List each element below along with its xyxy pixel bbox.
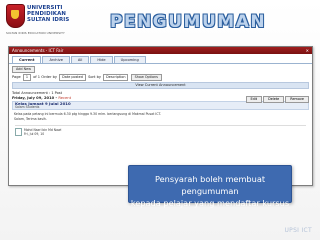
callout-line-1: Pensyarah boleh membuat pengumuman: [154, 174, 266, 196]
announcement-item: Friday, July 09, 2010 - Recent Edit Dele…: [12, 96, 309, 136]
document-icon: [15, 128, 22, 136]
tab-all[interactable]: All: [70, 56, 90, 63]
tab-hide[interactable]: Hide: [90, 56, 113, 63]
order-by-select[interactable]: Date posted: [59, 74, 86, 81]
announcement-body-line-2: Salam, Terima kasih.: [14, 117, 47, 121]
attachment-text[interactable]: Mohd Nazri bin Md Nawi Fri, Jul 09, 10: [24, 128, 61, 136]
total-announcement: Total Announcement : 1 Post: [12, 91, 62, 95]
announcement-body: Kelas pada petang ini bermula 6.30 ptg h…: [12, 112, 309, 122]
tab-archive[interactable]: Archive: [42, 56, 70, 63]
callout-box: Pensyarah boleh membuat pengumuman kepad…: [128, 165, 292, 208]
crest-icon: [6, 4, 25, 28]
delete-button[interactable]: Delete: [263, 96, 285, 103]
remove-button[interactable]: Remove: [285, 96, 309, 103]
university-logo: UNIVERSITI PENDIDIKAN SULTAN IDRIS SULTA…: [6, 4, 76, 44]
page-label: Page: [12, 75, 21, 79]
sort-by-label: Sort by: [88, 75, 101, 79]
announcement-from: Salam Students: [15, 105, 40, 109]
show-options-button[interactable]: Show Options: [130, 74, 162, 81]
window-title-bar: Announcements - ICT Fair ✕: [9, 47, 312, 54]
window-title: Announcements - ICT Fair: [12, 48, 64, 53]
order-by-label: Order by: [41, 75, 58, 79]
filter-row: Page 1 of 1 Order by Date posted Sort by…: [12, 74, 309, 81]
page-select[interactable]: 1: [22, 74, 32, 81]
sort-by-select[interactable]: Description: [103, 74, 129, 81]
tab-current[interactable]: Current: [12, 56, 42, 63]
edit-button[interactable]: Edit: [245, 96, 263, 103]
tab-bar: Current Archive All Hide Upcoming: [9, 56, 312, 64]
logo-line-3: SULTAN IDRIS: [27, 17, 70, 24]
logo-text: UNIVERSITI PENDIDIKAN SULTAN IDRIS: [27, 5, 69, 24]
add-new-button[interactable]: Add New: [12, 66, 36, 73]
attachment-line-2: Fri, Jul 09, 10: [24, 132, 45, 136]
close-icon[interactable]: ✕: [306, 47, 309, 54]
announcement-date: Friday, July 09, 2010: [12, 96, 55, 100]
slide-title: PENGUMUMAN: [110, 12, 267, 32]
recent-badge: Recent: [58, 96, 72, 100]
section-header: View Current Announcement: [12, 82, 309, 89]
tab-upcoming[interactable]: Upcoming: [113, 56, 146, 63]
toolbar: Add New: [12, 66, 309, 73]
page-of-text: of 1: [33, 75, 41, 79]
announcement-attachment: Mohd Nazri bin Md Nawi Fri, Jul 09, 10: [15, 125, 306, 136]
footer-text: UPSI ICT: [284, 227, 312, 234]
logo-motto: SULTAN IDRIS EDUCATION UNIVERSITY: [6, 31, 65, 35]
callout-line-2: kepada pelajar yang mendaftar kursus: [130, 198, 290, 208]
announcement-actions: Edit Delete Remove: [245, 96, 309, 103]
